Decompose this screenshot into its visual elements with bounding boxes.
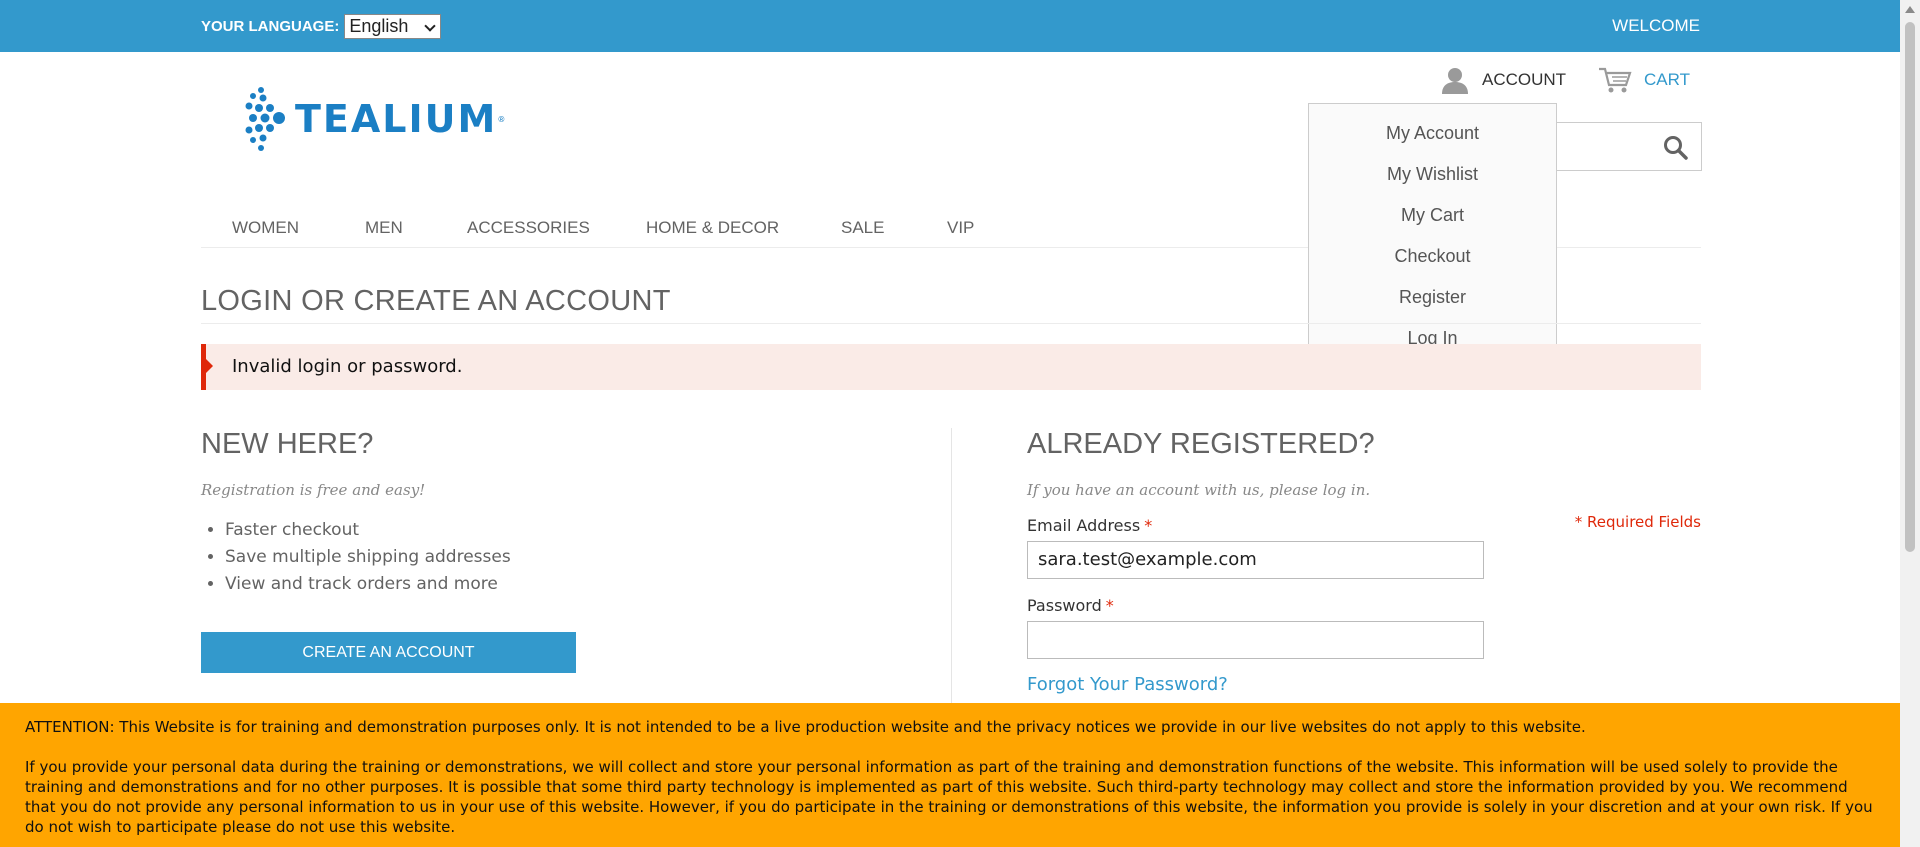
- language-switcher: YOUR LANGUAGE: English: [201, 14, 442, 39]
- required-star: *: [1105, 596, 1114, 615]
- menu-item-my-account[interactable]: My Account: [1309, 118, 1556, 159]
- notice-attention-text: ATTENTION: This Website is for training …: [25, 718, 1586, 736]
- notice-privacy-text: If you provide your personal data during…: [25, 758, 1873, 836]
- title-divider: [201, 323, 1701, 324]
- list-item: Faster checkout: [225, 517, 511, 544]
- new-customer-intro: Registration is free and easy!: [201, 481, 426, 499]
- cart-icon: [1599, 67, 1632, 93]
- error-text: Invalid login or password.: [232, 356, 463, 377]
- logo-text: TEALIUM: [295, 97, 498, 141]
- password-label: Password *: [1027, 596, 1114, 615]
- account-link[interactable]: ACCOUNT: [1440, 66, 1566, 94]
- cart-link[interactable]: CART: [1598, 66, 1690, 94]
- page-title: LOGIN OR CREATE AN ACCOUNT: [201, 285, 671, 317]
- search-icon[interactable]: [1663, 135, 1689, 161]
- menu-item-my-wishlist[interactable]: My Wishlist: [1309, 159, 1556, 200]
- email-label-text: Email Address: [1027, 516, 1141, 535]
- account-label: ACCOUNT: [1482, 70, 1567, 89]
- nav-item-sale[interactable]: SALE: [841, 218, 884, 238]
- scroll-up-arrow-icon[interactable]: [1905, 6, 1915, 13]
- error-marker-icon: [205, 358, 213, 374]
- demo-notice-banner: ATTENTION: This Website is for training …: [0, 703, 1900, 847]
- list-item: View and track orders and more: [225, 571, 511, 598]
- email-field[interactable]: sara.test@example.com: [1027, 541, 1484, 579]
- user-icon: [1442, 68, 1468, 94]
- cart-label: CART: [1644, 70, 1690, 89]
- create-account-button[interactable]: CREATE AN ACCOUNT: [201, 632, 576, 673]
- login-heading: ALREADY REGISTERED?: [1027, 428, 1375, 460]
- nav-item-men[interactable]: MEN: [365, 218, 403, 238]
- language-selected-value: English: [349, 16, 409, 36]
- benefits-list: Faster checkout Save multiple shipping a…: [225, 517, 511, 598]
- account-dropdown-menu: My Account My Wishlist My Cart Checkout …: [1308, 103, 1557, 363]
- list-item: Save multiple shipping addresses: [225, 544, 511, 571]
- menu-item-register[interactable]: Register: [1309, 282, 1556, 323]
- logo-trademark: ®: [497, 114, 506, 124]
- required-star: *: [1144, 516, 1153, 535]
- scrollbar[interactable]: [1900, 0, 1920, 847]
- nav-item-accessories[interactable]: ACCESSORIES: [467, 218, 590, 238]
- new-customer-heading: NEW HERE?: [201, 428, 374, 460]
- forgot-password-link[interactable]: Forgot Your Password?: [1027, 674, 1228, 695]
- menu-item-my-cart[interactable]: My Cart: [1309, 200, 1556, 241]
- nav-item-home-decor[interactable]: HOME & DECOR: [646, 218, 779, 238]
- password-label-text: Password: [1027, 596, 1102, 615]
- language-select[interactable]: English: [344, 14, 442, 39]
- scrollbar-thumb[interactable]: [1905, 22, 1915, 552]
- password-field[interactable]: [1027, 621, 1484, 659]
- menu-item-checkout[interactable]: Checkout: [1309, 241, 1556, 282]
- email-label: Email Address *: [1027, 516, 1152, 535]
- search-input[interactable]: [1540, 122, 1702, 171]
- column-divider: [951, 428, 952, 708]
- chevron-down-icon: [424, 20, 437, 32]
- error-message: Invalid login or password.: [201, 344, 1701, 390]
- login-intro: If you have an account with us, please l…: [1027, 481, 1371, 499]
- required-fields-note: * Required Fields: [1574, 513, 1701, 531]
- site-logo[interactable]: TEALIUM ®: [243, 86, 505, 152]
- nav-item-vip[interactable]: VIP: [947, 218, 974, 238]
- logo-mark-icon: [245, 87, 285, 151]
- welcome-message: WELCOME: [1612, 16, 1700, 35]
- nav-item-women[interactable]: WOMEN: [232, 218, 299, 238]
- top-bar: YOUR LANGUAGE: English WELCOME: [0, 0, 1900, 52]
- language-label: YOUR LANGUAGE:: [201, 18, 340, 35]
